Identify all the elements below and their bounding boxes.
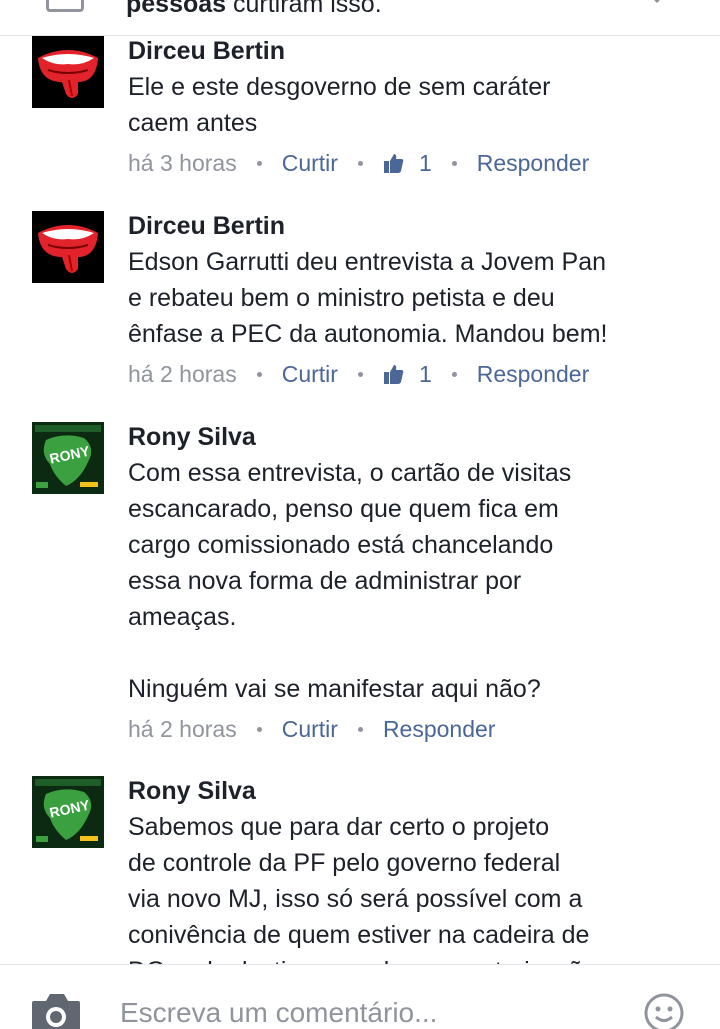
comment-text: Ele e este desgoverno de sem caráter cae… [128, 73, 551, 137]
like-button[interactable]: Curtir [282, 711, 338, 747]
chevron-down-icon[interactable] [647, 0, 667, 3]
comment-author[interactable]: Dirceu Bertin [128, 211, 708, 241]
separator-dot [357, 160, 363, 166]
thumbs-up-icon [383, 154, 404, 173]
comment-input[interactable] [120, 995, 620, 1029]
camera-icon[interactable] [30, 991, 82, 1029]
thumbs-up-icon [383, 365, 404, 384]
like-count[interactable]: 1 [383, 145, 432, 181]
reply-button[interactable]: Responder [477, 356, 590, 392]
like-button[interactable]: Curtir [282, 145, 338, 181]
avatar[interactable]: RONY [32, 422, 104, 494]
comment-text: Sabemos que para dar certo o projeto de … [128, 813, 609, 964]
like-button[interactable]: Curtir [282, 356, 338, 392]
separator-dot [357, 371, 363, 377]
separator-dot [256, 371, 262, 377]
separator-dot [451, 160, 457, 166]
separator-dot [451, 371, 457, 377]
like-count[interactable]: 1 [383, 356, 432, 392]
comment-timestamp[interactable]: há 3 horas [128, 145, 237, 181]
reply-button[interactable]: Responder [477, 145, 590, 181]
comment-actions: há 2 horas Curtir Responder [128, 711, 708, 747]
comment-author[interactable]: Rony Silva [128, 776, 708, 806]
comment-composer [0, 964, 720, 1029]
reply-button[interactable]: Responder [383, 711, 496, 747]
comment-timestamp[interactable]: há 2 horas [128, 711, 237, 747]
separator-dot [256, 726, 262, 732]
comment-actions: há 2 horas Curtir 1 Responder [128, 356, 708, 392]
separator-dot [357, 726, 363, 732]
reactions-summary-bar[interactable]: pessoas curtiram isso. [0, 0, 720, 36]
comment-text: Edson Garrutti deu entrevista a Jovem Pa… [128, 248, 608, 348]
reaction-icon [46, 0, 84, 12]
comments-list: Dirceu Bertin Ele e este desgoverno de s… [0, 36, 720, 964]
comment-actions: há 3 horas Curtir 1 Responder [128, 145, 708, 181]
comment-timestamp[interactable]: há 2 horas [128, 356, 237, 392]
separator-dot [256, 160, 262, 166]
avatar[interactable]: RONY [32, 776, 104, 848]
comment-author[interactable]: Rony Silva [128, 422, 708, 452]
comment-text: Com essa entrevista, o cartão de visitas… [128, 459, 572, 703]
avatar[interactable] [32, 211, 104, 283]
smiley-icon[interactable] [644, 993, 684, 1029]
avatar[interactable] [32, 36, 104, 108]
comment-author[interactable]: Dirceu Bertin [128, 36, 708, 66]
reactions-summary-text: pessoas curtiram isso. [126, 0, 382, 18]
